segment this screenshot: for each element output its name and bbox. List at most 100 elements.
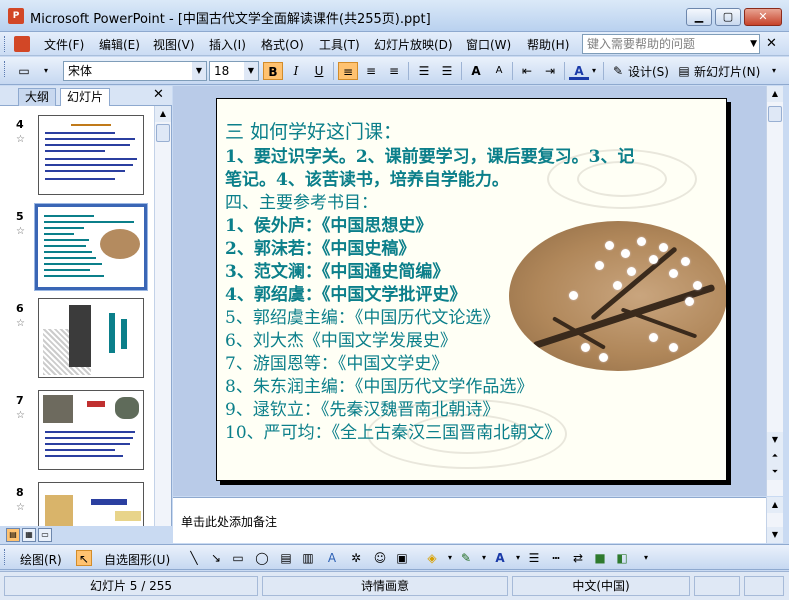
toolbar-grip[interactable] (4, 61, 7, 77)
3d-style-icon[interactable]: ◧ (614, 550, 630, 566)
slide-text-line[interactable]: 1、侯外庐：《中国思想史》 (225, 215, 432, 237)
line-color-icon[interactable]: ✎ (458, 550, 474, 566)
align-center-icon[interactable]: ≡ (361, 62, 381, 80)
new-slide-icon[interactable]: ▤ (674, 62, 694, 80)
font-color-icon[interactable]: A (492, 550, 508, 566)
toolbar-grip[interactable] (4, 36, 7, 52)
help-search-input[interactable]: 键入需要帮助的问题 ▼ (582, 34, 760, 54)
scroll-thumb[interactable] (156, 124, 170, 142)
slide-text-line[interactable]: 4、郭绍虞：《中国文学批评史》 (225, 284, 466, 306)
scroll-up-icon[interactable]: ▲ (767, 497, 783, 513)
notes-placeholder[interactable]: 单击此处添加备注 (181, 513, 277, 530)
previous-slide-icon[interactable]: ⏶ (767, 448, 783, 464)
scroll-thumb[interactable] (768, 106, 782, 122)
font-select[interactable]: 宋体 ▼ (63, 61, 207, 81)
notes-scrollbar[interactable]: ▲ ▼ (766, 497, 783, 543)
chevron-down-icon[interactable]: ▾ (589, 62, 599, 80)
chevron-down-icon[interactable]: ▾ (476, 550, 492, 566)
bullet-list-icon[interactable]: ☰ (437, 62, 457, 80)
line-style-icon[interactable]: ☰ (526, 550, 542, 566)
slide-text-line[interactable]: 2、郭沫若：《中国史稿》 (225, 238, 415, 260)
scroll-up-icon[interactable]: ▲ (155, 106, 171, 122)
select-pointer-icon[interactable]: ↖ (76, 550, 92, 566)
dash-style-icon[interactable]: ┅ (548, 550, 564, 566)
slide-text-line[interactable]: 3、范文澜：《中国通史简编》 (225, 261, 449, 283)
increase-indent-icon[interactable]: ⇥ (540, 62, 560, 80)
slide-text-line[interactable]: 7、游国恩等：《中国文学史》 (225, 353, 448, 375)
scroll-down-icon[interactable]: ▼ (767, 432, 783, 448)
current-slide[interactable]: 三 如何学好这门课： 1、要过识字关。2、课前要学习，课后要复习。3、记 笔记。… (216, 98, 727, 481)
chevron-down-icon[interactable]: ▾ (442, 550, 458, 566)
menu-slideshow[interactable]: 幻灯片放映(D) (374, 36, 453, 53)
align-left-icon[interactable]: ≡ (338, 62, 358, 80)
increase-font-icon[interactable]: A (466, 62, 486, 80)
slide-text-line[interactable]: 10、严可均：《全上古秦汉三国晋南北朝文》 (225, 422, 561, 444)
design-icon[interactable]: ✎ (608, 62, 628, 80)
slide-thumbnail[interactable] (38, 298, 144, 378)
powerpoint-icon[interactable]: P (8, 8, 24, 24)
slide-text-line[interactable]: 笔记。4、该苦读书，培养自学能力。 (225, 169, 509, 191)
close-button[interactable]: ✕ (744, 8, 782, 26)
new-slide-button[interactable]: 新幻灯片(N) (694, 63, 760, 80)
slide-sorter-icon[interactable]: ▦ (22, 528, 36, 542)
slide-text-line[interactable]: 9、逯钦立：《先秦汉魏晋南北朝诗》 (225, 399, 499, 421)
diagram-icon[interactable]: ✲ (348, 550, 364, 566)
toolbar-options-icon[interactable]: ▾ (638, 550, 654, 566)
slide-text-line[interactable]: 5、郭绍虞主编：《中国历代文论选》 (225, 307, 499, 329)
fill-color-icon[interactable]: ◈ (424, 550, 440, 566)
menu-insert[interactable]: 插入(I) (209, 36, 246, 53)
shadow-style-icon[interactable]: ■ (592, 550, 608, 566)
autoshapes-button[interactable]: 自选图形(U) (104, 551, 170, 568)
document-icon[interactable] (14, 36, 30, 52)
slide-text-line[interactable]: 四、主要参考书目： (225, 192, 378, 214)
new-document-icon[interactable]: ▭ (14, 62, 34, 80)
design-button[interactable]: 设计(S) (628, 63, 669, 80)
menu-help[interactable]: 帮助(H) (527, 36, 569, 53)
slideshow-icon[interactable]: ▭ (38, 528, 52, 542)
close-icon[interactable]: ✕ (153, 87, 164, 102)
menu-window[interactable]: 窗口(W) (466, 36, 511, 53)
picture-icon[interactable]: ▣ (394, 550, 410, 566)
slide-thumbnail[interactable] (38, 115, 144, 195)
arrow-icon[interactable]: ↘ (208, 550, 224, 566)
notes-pane[interactable]: 单击此处添加备注 (173, 497, 766, 543)
font-color-icon[interactable]: A (569, 62, 589, 80)
slide-text-line[interactable]: 6、刘大杰《中国文学发展史》 (225, 330, 457, 352)
toolbar-grip[interactable] (4, 549, 7, 565)
underline-button[interactable]: U (309, 62, 329, 80)
slide-scrollbar[interactable]: ▲ ▼ ⏶ ⏷ (766, 86, 783, 496)
menu-view[interactable]: 视图(V) (153, 36, 195, 53)
vertical-text-box-icon[interactable]: ▥ (300, 550, 316, 566)
slide-thumbnail-selected[interactable] (34, 203, 148, 291)
scroll-down-icon[interactable]: ▼ (767, 527, 783, 543)
slide-thumbnail[interactable] (38, 390, 144, 470)
slide-text-line[interactable]: 8、朱东润主编：《中国历代文学作品选》 (225, 376, 533, 398)
thumbnails-scrollbar[interactable]: ▲ (154, 106, 171, 526)
slide-text-line[interactable]: 1、要过识字关。2、课前要学习，课后要复习。3、记 (225, 146, 635, 168)
chevron-down-icon[interactable]: ▾ (510, 550, 526, 566)
decrease-font-icon[interactable]: A (489, 62, 509, 80)
clip-art-icon[interactable]: ☺ (372, 550, 388, 566)
maximize-button[interactable]: ▢ (715, 8, 741, 26)
toolbar-options-icon[interactable]: ▾ (36, 62, 56, 80)
toolbar-options-icon[interactable]: ▾ (764, 62, 784, 80)
slide-thumbnail[interactable] (38, 482, 144, 526)
bold-button[interactable]: B (263, 62, 283, 80)
italic-button[interactable]: I (286, 62, 306, 80)
rectangle-icon[interactable]: ▭ (230, 550, 246, 566)
menu-format[interactable]: 格式(O) (261, 36, 304, 53)
numbered-list-icon[interactable]: ☰ (414, 62, 434, 80)
menu-edit[interactable]: 编辑(E) (99, 36, 140, 53)
oval-icon[interactable]: ◯ (254, 550, 270, 566)
menu-tools[interactable]: 工具(T) (319, 36, 360, 53)
draw-menu-button[interactable]: 绘图(R) (20, 551, 62, 568)
line-icon[interactable]: ╲ (186, 550, 202, 566)
next-slide-icon[interactable]: ⏷ (767, 464, 783, 480)
chevron-down-icon[interactable]: ▼ (750, 35, 757, 53)
scroll-up-icon[interactable]: ▲ (767, 86, 783, 102)
tab-outline[interactable]: 大纲 (18, 88, 57, 106)
close-document-icon[interactable]: ✕ (766, 36, 777, 51)
normal-view-icon[interactable]: ▤ (6, 528, 20, 542)
tab-slides[interactable]: 幻灯片 (60, 88, 111, 107)
font-size-select[interactable]: 18 ▼ (209, 61, 259, 81)
